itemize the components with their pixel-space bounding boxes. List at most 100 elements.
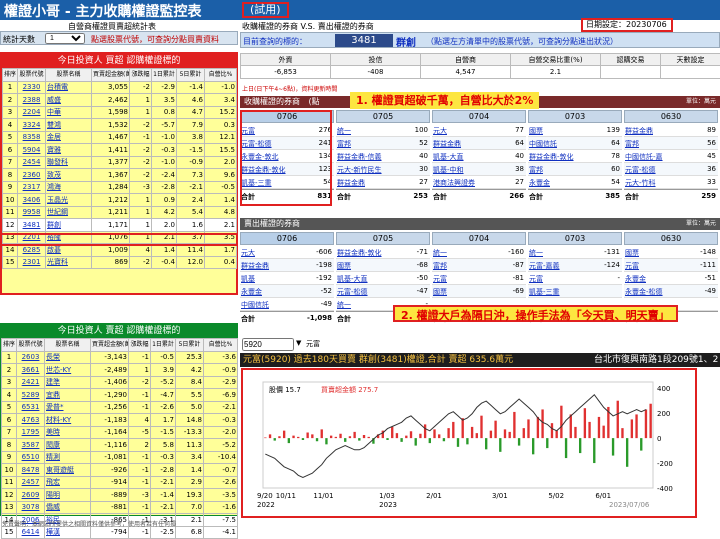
broker-name[interactable]: 元富 bbox=[529, 274, 593, 284]
broker-name[interactable]: 群益金鼎 bbox=[241, 261, 305, 271]
broker-name[interactable]: 元富-松德 bbox=[337, 287, 401, 297]
broker-name[interactable]: 元大 bbox=[433, 126, 497, 136]
broker-name[interactable]: 元大 bbox=[241, 248, 305, 258]
stock-code-link[interactable]: 3661 bbox=[17, 364, 45, 377]
stock-code-link[interactable]: 2301 bbox=[18, 256, 46, 269]
broker-row[interactable]: 凱基-大直40 bbox=[432, 150, 526, 163]
broker-row[interactable]: 中國信託-嘉45 bbox=[624, 150, 718, 163]
broker-row[interactable]: 凱基-中和38 bbox=[432, 163, 526, 176]
broker-name[interactable]: 元富-嘉義 bbox=[529, 261, 593, 271]
broker-row[interactable]: 元富-嘉義-124 bbox=[528, 259, 622, 272]
broker-name[interactable]: 群益金鼎 bbox=[337, 178, 401, 188]
broker-row[interactable]: 元富- bbox=[528, 272, 622, 285]
broker-name[interactable]: 元富-松德 bbox=[625, 165, 689, 175]
broker-name[interactable]: 富邦 bbox=[529, 165, 593, 175]
broker-name[interactable]: 港商法興證券 bbox=[433, 178, 497, 188]
table-cell[interactable]: 12 bbox=[2, 489, 17, 502]
table-cell[interactable]: 5 bbox=[3, 131, 18, 144]
stock-code-link[interactable]: 2388 bbox=[18, 94, 46, 107]
target-code[interactable]: 3481 bbox=[335, 34, 393, 47]
broker-row[interactable]: 港商法興證券27 bbox=[432, 176, 526, 189]
table-row[interactable]: 32421建準-1,406-2-5.28.4-2.9 bbox=[2, 376, 238, 389]
table-cell[interactable]: 6 bbox=[2, 414, 17, 427]
broker-name[interactable]: 國票 bbox=[337, 261, 401, 271]
table-cell[interactable]: 2 bbox=[3, 94, 18, 107]
table-cell[interactable]: 長榮 bbox=[45, 351, 91, 364]
stock-code-link[interactable]: 8358 bbox=[18, 131, 46, 144]
broker-name[interactable]: 群益金鼎 bbox=[433, 139, 497, 149]
stock-code-link[interactable]: 2360 bbox=[18, 169, 46, 182]
broker-name[interactable]: 統一 bbox=[337, 126, 401, 136]
broker-row[interactable]: 群益金鼎89 bbox=[624, 124, 718, 137]
table-row[interactable]: 82360致茂1,367-2-2.47.39.6 bbox=[3, 169, 237, 182]
table-row[interactable]: 119958世紀鋼1,21114.25.44.8 bbox=[3, 206, 237, 219]
stock-code-link[interactable]: 6510 bbox=[17, 451, 45, 464]
broker-name[interactable]: 國票 bbox=[625, 248, 689, 258]
table-cell[interactable]: 精測 bbox=[45, 451, 91, 464]
table-row[interactable]: 45289宜鼎-1,290-1-4.75.5-6.9 bbox=[2, 389, 238, 402]
table-row[interactable]: 64763材料-KY-1,18341.714.8-0.3 bbox=[2, 414, 238, 427]
table-cell[interactable]: 4 bbox=[2, 389, 17, 402]
stock-code-link[interactable]: 3406 bbox=[18, 194, 46, 207]
broker-row[interactable]: 元富-81 bbox=[432, 272, 526, 285]
table-cell[interactable]: 7 bbox=[2, 426, 17, 439]
broker-row[interactable]: 凱基-大直-50 bbox=[336, 272, 430, 285]
broker-name[interactable]: 元大-新竹民生 bbox=[337, 165, 401, 175]
table-row[interactable]: 92317鴻海1,284-3-2.8-2.1-0.5 bbox=[3, 181, 237, 194]
broker-row[interactable]: 元大-新竹民生30 bbox=[336, 163, 430, 176]
broker-row[interactable]: 元富-松德-47 bbox=[336, 285, 430, 298]
stock-code-link[interactable]: 1795 bbox=[17, 426, 45, 439]
table-cell[interactable]: 建準 bbox=[45, 376, 91, 389]
table-row[interactable]: 96510精測-1,081-1-0.33.4-10.4 bbox=[2, 451, 238, 464]
broker-name[interactable]: 永豐金-松德 bbox=[625, 287, 689, 297]
table-cell[interactable]: 10 bbox=[3, 194, 18, 207]
table-cell[interactable]: 4 bbox=[3, 119, 18, 132]
broker-name[interactable]: 國票 bbox=[433, 287, 497, 297]
broker-row[interactable]: 統一-131 bbox=[528, 246, 622, 259]
broker-name[interactable]: 群益金鼎 bbox=[625, 126, 689, 136]
broker-row[interactable]: 富邦52 bbox=[336, 137, 430, 150]
table-cell[interactable]: 閎康 bbox=[45, 439, 91, 452]
broker-name[interactable]: 元富 bbox=[433, 274, 497, 284]
broker-row[interactable]: 永豐金54 bbox=[528, 176, 622, 189]
broker-name[interactable]: 統一 bbox=[337, 300, 401, 310]
stock-code-link[interactable]: 2421 bbox=[17, 376, 45, 389]
table-cell[interactable]: 光寶科 bbox=[46, 256, 92, 269]
table-cell[interactable]: 群創 bbox=[46, 219, 92, 232]
broker-row[interactable]: 元大-竹科33 bbox=[624, 176, 718, 189]
table-cell[interactable]: 12 bbox=[3, 219, 18, 232]
broker-row[interactable]: 群益金鼎-信義40 bbox=[336, 150, 430, 163]
broker-name[interactable]: 中國信託 bbox=[241, 300, 305, 310]
broker-name[interactable]: 凱基 bbox=[241, 274, 305, 284]
broker-row[interactable]: 富邦-87 bbox=[432, 259, 526, 272]
table-row[interactable]: 58358金居1,467-1-1.03.812.1 bbox=[3, 131, 237, 144]
table-cell[interactable]: 世紀鋼 bbox=[46, 206, 92, 219]
table-cell[interactable]: 玉晶光 bbox=[46, 194, 92, 207]
table-row[interactable]: 12603長榮-3,143-1-0.525.3-3.6 bbox=[2, 351, 238, 364]
stock-code-link[interactable]: 6531 bbox=[17, 401, 45, 414]
table-cell[interactable]: 聯發科 bbox=[46, 156, 92, 169]
broker-row[interactable]: 富邦60 bbox=[528, 163, 622, 176]
table-cell[interactable]: 中華 bbox=[46, 106, 92, 119]
broker-name[interactable]: 富邦 bbox=[433, 261, 497, 271]
broker-name[interactable]: 群益金鼎-敦化 bbox=[529, 152, 593, 162]
broker-row[interactable]: 元富-111 bbox=[624, 259, 718, 272]
broker-row[interactable]: 國票139 bbox=[528, 124, 622, 137]
stock-code-link[interactable]: 2330 bbox=[18, 81, 46, 94]
broker-name[interactable]: 國票 bbox=[529, 126, 593, 136]
stock-code-link[interactable]: 2454 bbox=[18, 156, 46, 169]
table-cell[interactable]: 9 bbox=[3, 181, 18, 194]
broker-name[interactable]: 元大-竹科 bbox=[625, 178, 689, 188]
broker-row[interactable]: 永豐金-松德-49 bbox=[624, 285, 718, 298]
broker-row[interactable]: 凱基-192 bbox=[240, 272, 334, 285]
broker-name[interactable]: 統一 bbox=[433, 248, 497, 258]
table-row[interactable]: 83587閎康-1,11625.811.3-5.2 bbox=[2, 439, 238, 452]
stock-code-link[interactable]: 9958 bbox=[18, 206, 46, 219]
broker-row[interactable]: 富邦56 bbox=[624, 137, 718, 150]
table-cell[interactable]: 世芯-KY bbox=[45, 364, 91, 377]
table-cell[interactable]: 7 bbox=[3, 156, 18, 169]
broker-name[interactable]: 凱基-中和 bbox=[433, 165, 497, 175]
table-row[interactable]: 72454聯發科1,377-2-1.0-0.92.0 bbox=[3, 156, 237, 169]
days-select[interactable]: 1 bbox=[45, 33, 85, 44]
table-row[interactable]: 43324雙鴻1,532-2-5.77.90.3 bbox=[3, 119, 237, 132]
